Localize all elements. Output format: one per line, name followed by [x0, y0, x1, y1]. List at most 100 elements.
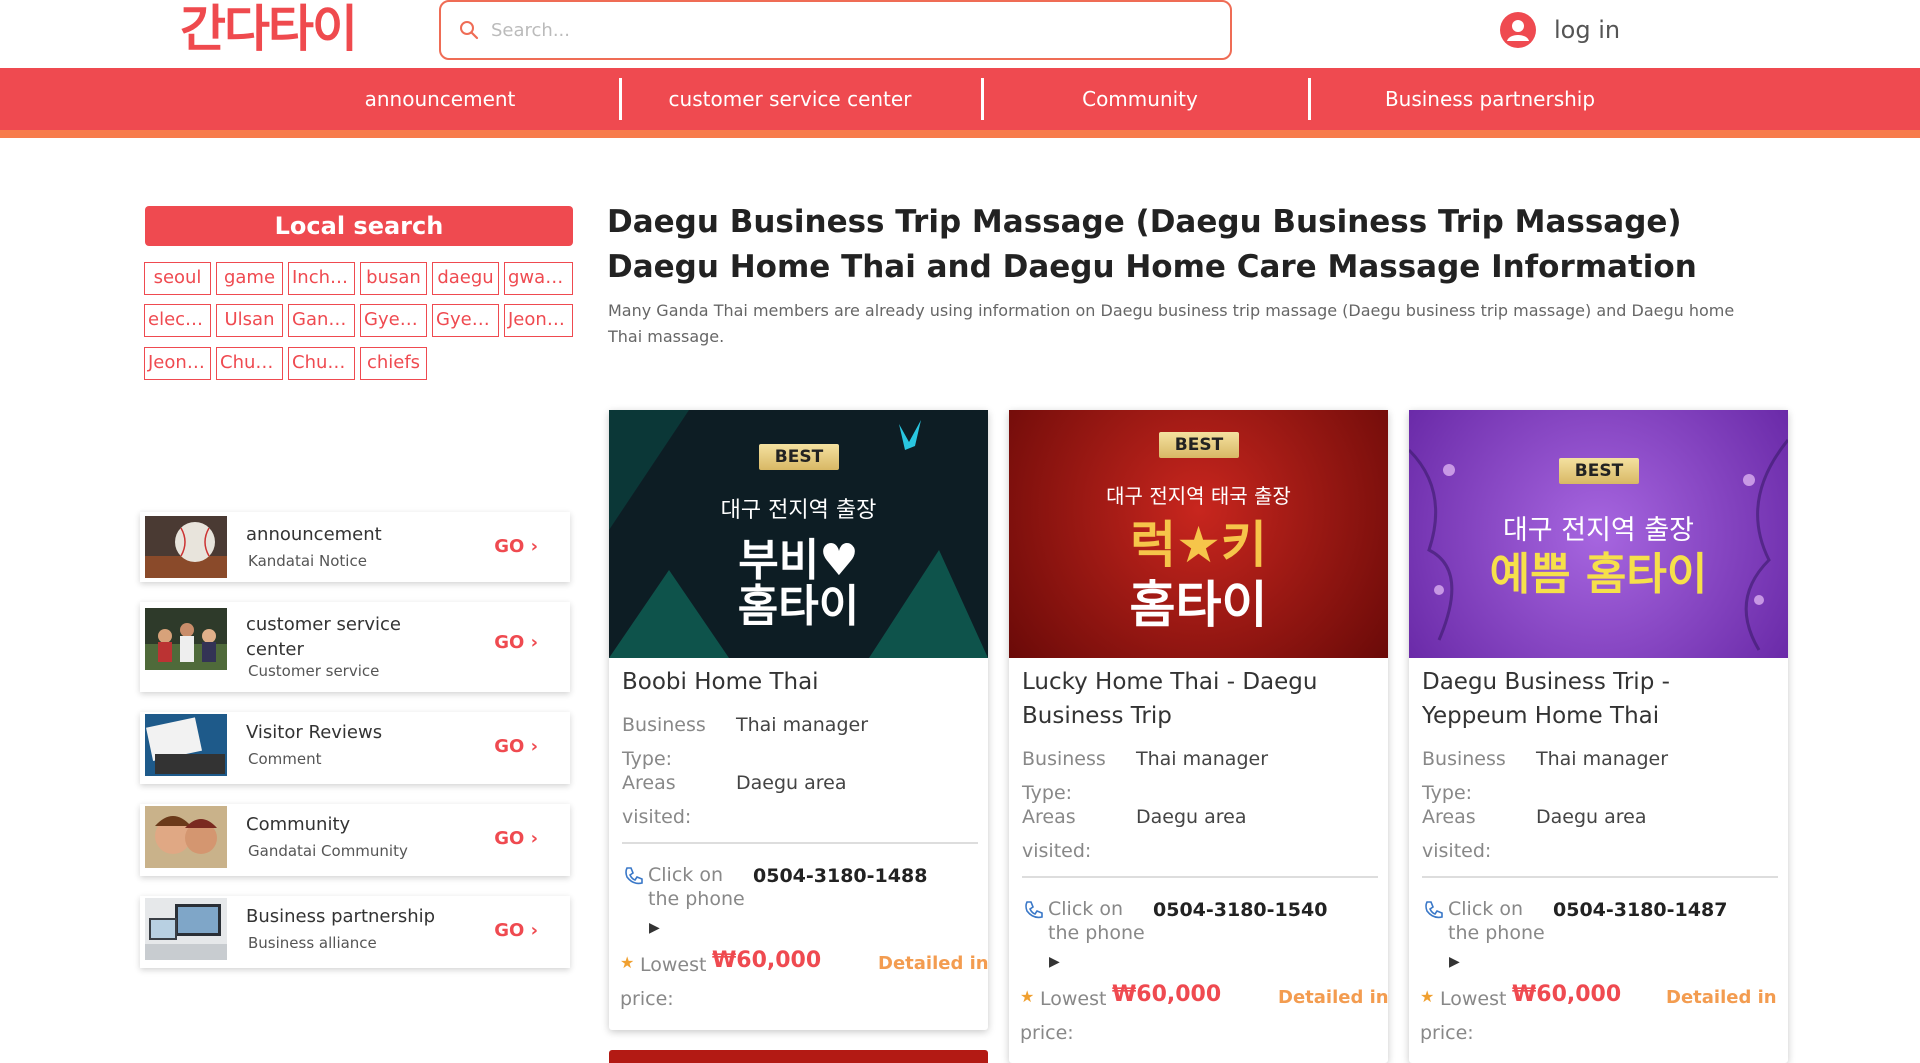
sidebar-link-title: Visitor Reviews: [246, 722, 383, 743]
go-button[interactable]: GO ›: [494, 828, 538, 849]
region-electric[interactable]: electric: [144, 304, 211, 337]
listing-banner: BEST 대구 전지역 출장 부비♥ 홈타이: [609, 410, 988, 658]
best-badge: BEST: [1559, 458, 1639, 484]
region-gwangju[interactable]: gwangju: [504, 262, 573, 295]
click-phone-label[interactable]: Click on the phone: [648, 863, 758, 911]
detail-link[interactable]: Detailed information: [878, 953, 988, 974]
nav-community[interactable]: Community: [1000, 68, 1280, 130]
sidebar-link-title: announcement: [246, 524, 382, 545]
region-daegu[interactable]: daegu: [432, 262, 499, 295]
crowd-thumbnail: [145, 608, 227, 670]
region-game[interactable]: game: [216, 262, 283, 295]
banner-headline-2: 홈타이: [737, 581, 860, 632]
banner-tagline: 대구 전지역 태국 출장: [1106, 484, 1291, 508]
nav-business-partnership[interactable]: Business partnership: [1340, 68, 1640, 130]
search-input[interactable]: [491, 12, 1191, 48]
listing-card[interactable]: BEST 대구 전지역 태국 출장 럭★키 홈타이 Lucky Home Tha…: [1009, 410, 1388, 1063]
banner-headline: 부비♥: [738, 535, 859, 586]
areas-value: Daegu area: [736, 772, 847, 794]
region-jeonbuk[interactable]: Jeonbuk: [504, 304, 573, 337]
sidebar-link-customer-service[interactable]: customer service center Customer service…: [140, 602, 570, 692]
listing-banner: BEST 대구 전지역 출장 예쁨 홈타이: [1409, 410, 1788, 658]
sidebar-link-subtitle: Gandatai Community: [248, 842, 408, 860]
banner-headline: 예쁨 홈타이: [1489, 549, 1708, 600]
sidebar-link-subtitle: Comment: [248, 750, 322, 768]
sidebar-link-subtitle: Customer service: [248, 662, 380, 680]
region-gyeongbuk[interactable]: Gyeongbuk: [432, 304, 499, 337]
region-jeonnam[interactable]: Jeonnam: [144, 347, 211, 380]
areas-label: Areas visited:: [1422, 806, 1492, 862]
listing-card[interactable]: BEST 대구 전지역 출장 부비♥ 홈타이 Boobi Home Thai B…: [609, 410, 988, 1030]
areas-value: Daegu area: [1136, 806, 1247, 828]
nav-separator: [619, 78, 622, 120]
phone-icon: [1025, 901, 1043, 919]
play-icon[interactable]: ▶: [1449, 954, 1460, 970]
phone-number[interactable]: 0504-3180-1488: [753, 865, 927, 887]
listing-name[interactable]: Daegu Business Trip - Yeppeum Home Thai: [1422, 665, 1782, 733]
listing-name[interactable]: Lucky Home Thai - Daegu Business Trip: [1022, 665, 1382, 733]
business-type-value: Thai manager: [1536, 748, 1669, 770]
banner-tagline: 대구 전지역 출장: [1502, 515, 1695, 546]
detail-link[interactable]: Detailed information: [1278, 987, 1388, 1008]
card-divider: [622, 842, 978, 844]
local-search-title: Local search: [145, 206, 573, 246]
play-icon[interactable]: ▶: [649, 920, 660, 936]
sidebar-link-title: Business partnership: [246, 906, 436, 927]
nav-customer-service[interactable]: customer service center: [640, 68, 940, 130]
sidebar-link-title: customer service center: [246, 614, 401, 660]
phone-number[interactable]: 0504-3180-1540: [1153, 899, 1327, 921]
click-phone-label[interactable]: Click on the phone: [1448, 897, 1558, 945]
areas-label: Areas visited:: [622, 772, 692, 828]
search-bar[interactable]: [439, 0, 1232, 60]
best-badge: BEST: [759, 444, 839, 470]
login-button[interactable]: log in: [1500, 10, 1620, 50]
region-incheon[interactable]: Incheon: [288, 262, 355, 295]
user-avatar-icon: [1500, 12, 1536, 48]
price-value: ₩60,000: [712, 948, 822, 973]
banner-headline: 럭★키: [1130, 516, 1267, 574]
region-chungnam[interactable]: Chungnam: [288, 347, 355, 380]
sidebar-link-subtitle: Kandatai Notice: [248, 552, 367, 570]
go-button[interactable]: GO ›: [494, 920, 538, 941]
go-button[interactable]: GO ›: [494, 536, 538, 557]
phone-icon: [625, 867, 643, 885]
region-chiefs[interactable]: chiefs: [360, 347, 427, 380]
phone-number[interactable]: 0504-3180-1487: [1553, 899, 1727, 921]
best-badge: BEST: [1159, 432, 1239, 458]
listing-name[interactable]: Boobi Home Thai: [622, 665, 982, 699]
sidebar-link-community[interactable]: Community Gandatai Community GO ›: [140, 804, 570, 876]
main-nav: announcement customer service center Com…: [0, 68, 1920, 130]
sidebar-link-announcement[interactable]: announcement Kandatai Notice GO ›: [140, 512, 570, 582]
banner-tagline: 대구 전지역 출장: [720, 498, 877, 523]
phone-icon: [1425, 901, 1443, 919]
region-busan[interactable]: busan: [360, 262, 427, 295]
region-ulsan[interactable]: Ulsan: [216, 304, 283, 337]
region-gangwon[interactable]: Gangwon: [288, 304, 355, 337]
sidebar-link-visitor-reviews[interactable]: Visitor Reviews Comment GO ›: [140, 712, 570, 784]
sidebar-link-business-partnership[interactable]: Business partnership Business alliance G…: [140, 896, 570, 968]
lowest-price-label: Lowest price:: [1420, 988, 1507, 1044]
page-description: Many Ganda Thai members are already usin…: [608, 301, 1735, 346]
play-icon[interactable]: ▶: [1049, 954, 1060, 970]
banner-headline-2: 홈타이: [1129, 576, 1268, 634]
go-button[interactable]: GO ›: [494, 736, 538, 757]
listing-card[interactable]: BEST 대구 전지역 출장 예쁨 홈타이 Daegu Business Tri…: [1409, 410, 1788, 1063]
region-seoul[interactable]: seoul: [144, 262, 211, 295]
nav-announcement[interactable]: announcement: [300, 68, 580, 130]
people-thumbnail: [145, 806, 227, 868]
baseball-thumbnail: [145, 516, 227, 578]
region-gyeonggi[interactable]: Gyeonggi: [360, 304, 427, 337]
sidebar-link-subtitle: Business alliance: [248, 934, 377, 952]
price-value: ₩60,000: [1112, 982, 1222, 1007]
listing-banner: BEST 대구 전지역 태국 출장 럭★키 홈타이: [1009, 410, 1388, 658]
go-button[interactable]: GO ›: [494, 632, 538, 653]
click-phone-label[interactable]: Click on the phone: [1048, 897, 1158, 945]
areas-label: Areas visited:: [1022, 806, 1092, 862]
price-value: ₩60,000: [1512, 982, 1622, 1007]
business-type-value: Thai manager: [1136, 748, 1269, 770]
detail-link[interactable]: Detailed information: [1666, 987, 1776, 1008]
listing-card-next[interactable]: [609, 1050, 988, 1063]
region-chungbuk[interactable]: Chungbuk: [216, 347, 283, 380]
page-title: Daegu Business Trip Massage (Daegu Busin…: [607, 204, 1697, 285]
site-logo[interactable]: 간다타이: [180, 0, 358, 58]
